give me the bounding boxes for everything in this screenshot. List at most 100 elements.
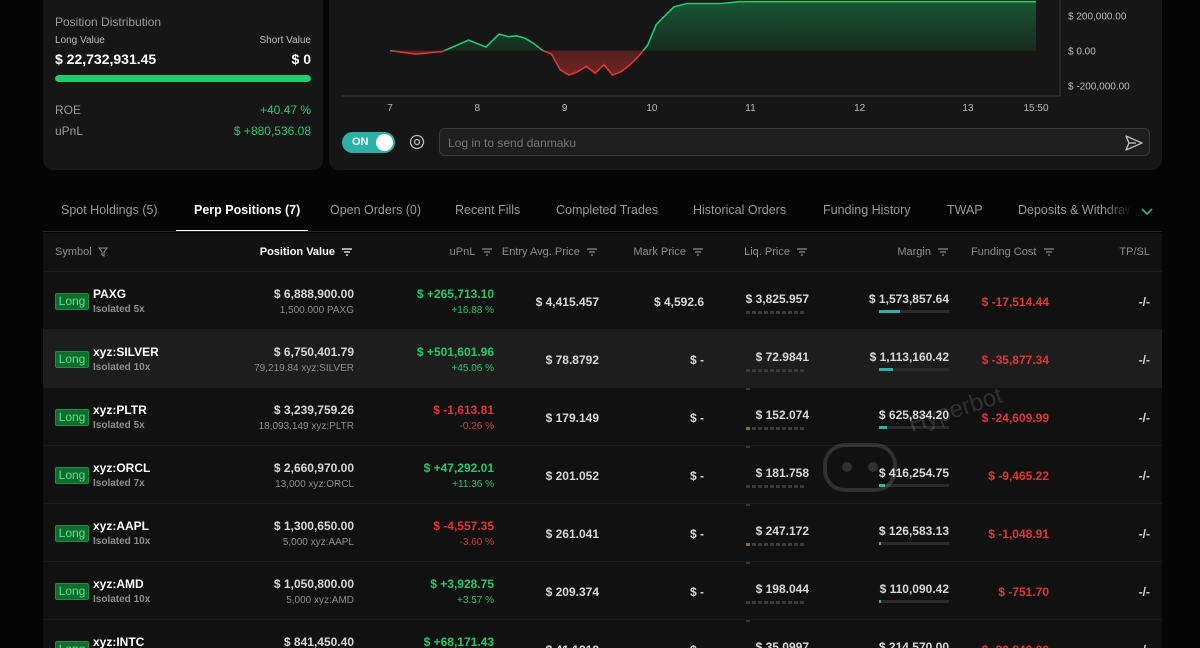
- symbol-name[interactable]: xyz:INTC: [93, 635, 144, 648]
- th-upnl[interactable]: uPnL: [450, 246, 492, 258]
- tpsl-value[interactable]: -/-: [1139, 643, 1150, 648]
- short-value: $ 0: [291, 51, 311, 67]
- tpsl-value[interactable]: -/-: [1139, 527, 1150, 541]
- th-liq-price[interactable]: Liq. Price: [744, 246, 807, 258]
- liq-risk-segment: [794, 543, 798, 546]
- side-badge: Long: [55, 409, 89, 426]
- table-row[interactable]: Long xyz:SILVER Isolated 10x $ 6,750,401.79…: [43, 329, 1162, 390]
- long-value-label: Long Value: [55, 35, 105, 46]
- liq-risk-segment: [800, 601, 804, 604]
- tpsl-value[interactable]: -/-: [1139, 411, 1150, 425]
- symbol-name[interactable]: xyz:AMD: [93, 577, 144, 591]
- entry-price: $ 179.149: [545, 411, 599, 425]
- toggle-knob: [376, 134, 393, 151]
- entry-price: $ 78.8792: [545, 353, 599, 367]
- liq-risk-segment: [794, 485, 798, 488]
- side-badge: Long: [55, 293, 89, 310]
- send-icon[interactable]: [1124, 133, 1144, 153]
- tab-funding-history[interactable]: Funding History: [823, 203, 911, 217]
- tpsl-value[interactable]: -/-: [1139, 585, 1150, 599]
- liq-risk-bar: [746, 601, 810, 622]
- margin-bar: [879, 310, 949, 313]
- liq-risk-segment: [782, 601, 786, 604]
- th-entry-price-label: Entry Avg. Price: [501, 246, 580, 258]
- tab-open-orders[interactable]: Open Orders (0): [330, 203, 421, 217]
- liq-risk-segment: [770, 369, 774, 372]
- tab-completed-trades[interactable]: Completed Trades: [556, 203, 658, 217]
- position-value: $ 841,450.40: [283, 635, 354, 648]
- mark-price: $ 4,592.6: [653, 295, 704, 309]
- th-margin[interactable]: Margin: [897, 246, 948, 258]
- filter-icon[interactable]: [97, 247, 108, 257]
- tpsl-value[interactable]: -/-: [1139, 469, 1150, 483]
- x-tick-label: 9: [562, 103, 568, 114]
- chart-area-positive: [390, 1, 1036, 51]
- liq-risk-segment: [800, 311, 804, 314]
- liq-risk-segment: [788, 543, 792, 546]
- tab-twap[interactable]: TWAP: [947, 203, 983, 217]
- sort-icon: [482, 248, 492, 256]
- tab-recent-fills[interactable]: Recent Fills: [455, 203, 520, 217]
- leverage-label: Isolated 7x: [93, 478, 145, 489]
- tabs-fade: [1103, 197, 1133, 227]
- position-value: $ 6,750,401.79: [273, 345, 354, 359]
- th-symbol[interactable]: Symbol: [55, 246, 108, 258]
- table-row[interactable]: Long xyz:AAPL Isolated 10x $ 1,300,650.00 5,…: [43, 503, 1162, 564]
- position-value: $ 3,239,759.26: [273, 403, 354, 417]
- tpsl-value[interactable]: -/-: [1139, 295, 1150, 309]
- upnl-percent: -0.26 %: [459, 421, 494, 432]
- liq-risk-segment: [758, 601, 762, 604]
- table-row[interactable]: Long xyz:INTC $ 841,450.40 $ +68,171.43 $ 41…: [43, 619, 1162, 648]
- liq-risk-segment: [752, 543, 756, 546]
- table-row[interactable]: Long PAXG Isolated 5x $ 6,888,900.00 1,500.0…: [43, 271, 1162, 332]
- upnl-value: $ +47,292.01: [423, 461, 494, 475]
- liq-risk-segment: [770, 427, 774, 430]
- th-entry-price[interactable]: Entry Avg. Price: [502, 246, 597, 258]
- th-funding-cost[interactable]: Funding Cost: [971, 246, 1054, 258]
- th-position-value-label: Position Value: [259, 246, 335, 258]
- symbol-name[interactable]: xyz:AAPL: [93, 519, 149, 533]
- danmaku-settings-icon[interactable]: [408, 133, 426, 151]
- liq-risk-segment: [764, 543, 768, 546]
- th-liq-price-label: Liq. Price: [744, 246, 790, 258]
- upnl-percent: -3.60 %: [459, 537, 494, 548]
- mark-price: $ -: [689, 469, 704, 483]
- position-size: 1,500.000 PAXG: [279, 305, 354, 316]
- chevron-down-icon[interactable]: [1139, 205, 1155, 217]
- tabs-divider: [43, 231, 1162, 232]
- sort-icon: [693, 248, 703, 256]
- danmaku-toggle[interactable]: ON: [342, 132, 395, 153]
- th-mark-price[interactable]: Mark Price: [633, 246, 703, 258]
- side-badge: Long: [55, 583, 89, 600]
- symbol-name[interactable]: PAXG: [93, 287, 126, 301]
- upnl-value: $ +265,713.10: [416, 287, 494, 301]
- table-row[interactable]: Long xyz:AMD Isolated 10x $ 1,050,800.00 5,0…: [43, 561, 1162, 622]
- tab-perp-positions[interactable]: Perp Positions (7): [194, 203, 300, 217]
- entry-price: $ 41.1318: [546, 643, 599, 648]
- th-position-value[interactable]: Position Value: [260, 246, 352, 258]
- liq-risk-segment: [764, 601, 768, 604]
- liq-price: $ 198.044: [755, 582, 809, 596]
- tab-historical-orders[interactable]: Historical Orders: [693, 203, 786, 217]
- tpsl-value[interactable]: -/-: [1139, 353, 1150, 367]
- liq-risk-segment: [752, 427, 756, 430]
- danmaku-input[interactable]: [448, 134, 1108, 152]
- th-symbol-label: Symbol: [55, 246, 92, 258]
- symbol-name[interactable]: xyz:SILVER: [93, 345, 159, 359]
- margin-bar-fill: [879, 310, 900, 313]
- tab-spot-holdings[interactable]: Spot Holdings (5): [61, 203, 158, 217]
- pnl-chart[interactable]: 7 8 9 10 11 12 13 15:50 $ 200,000.00 $ 0.00 $ -200…: [329, 0, 1162, 125]
- upnl-value: $ +501,601.96: [416, 345, 494, 359]
- liq-risk-segment: [776, 543, 780, 546]
- x-tick-label: 13: [962, 103, 974, 114]
- symbol-name[interactable]: xyz:PLTR: [93, 403, 147, 417]
- pnl-chart-card: 7 8 9 10 11 12 13 15:50 $ 200,000.00 $ 0.00 $ -200…: [329, 0, 1162, 170]
- danmaku-input-box: [439, 128, 1150, 156]
- margin-bar: [879, 368, 949, 371]
- x-tick-label: 12: [854, 103, 866, 114]
- leverage-label: Isolated 5x: [93, 304, 145, 315]
- symbol-name[interactable]: xyz:ORCL: [93, 461, 150, 475]
- position-size: 79,219.84 xyz:SILVER: [254, 363, 354, 374]
- position-distribution-card: Position Distribution Long Value Short V…: [43, 0, 323, 170]
- margin-value: $ 126,583.13: [878, 524, 949, 538]
